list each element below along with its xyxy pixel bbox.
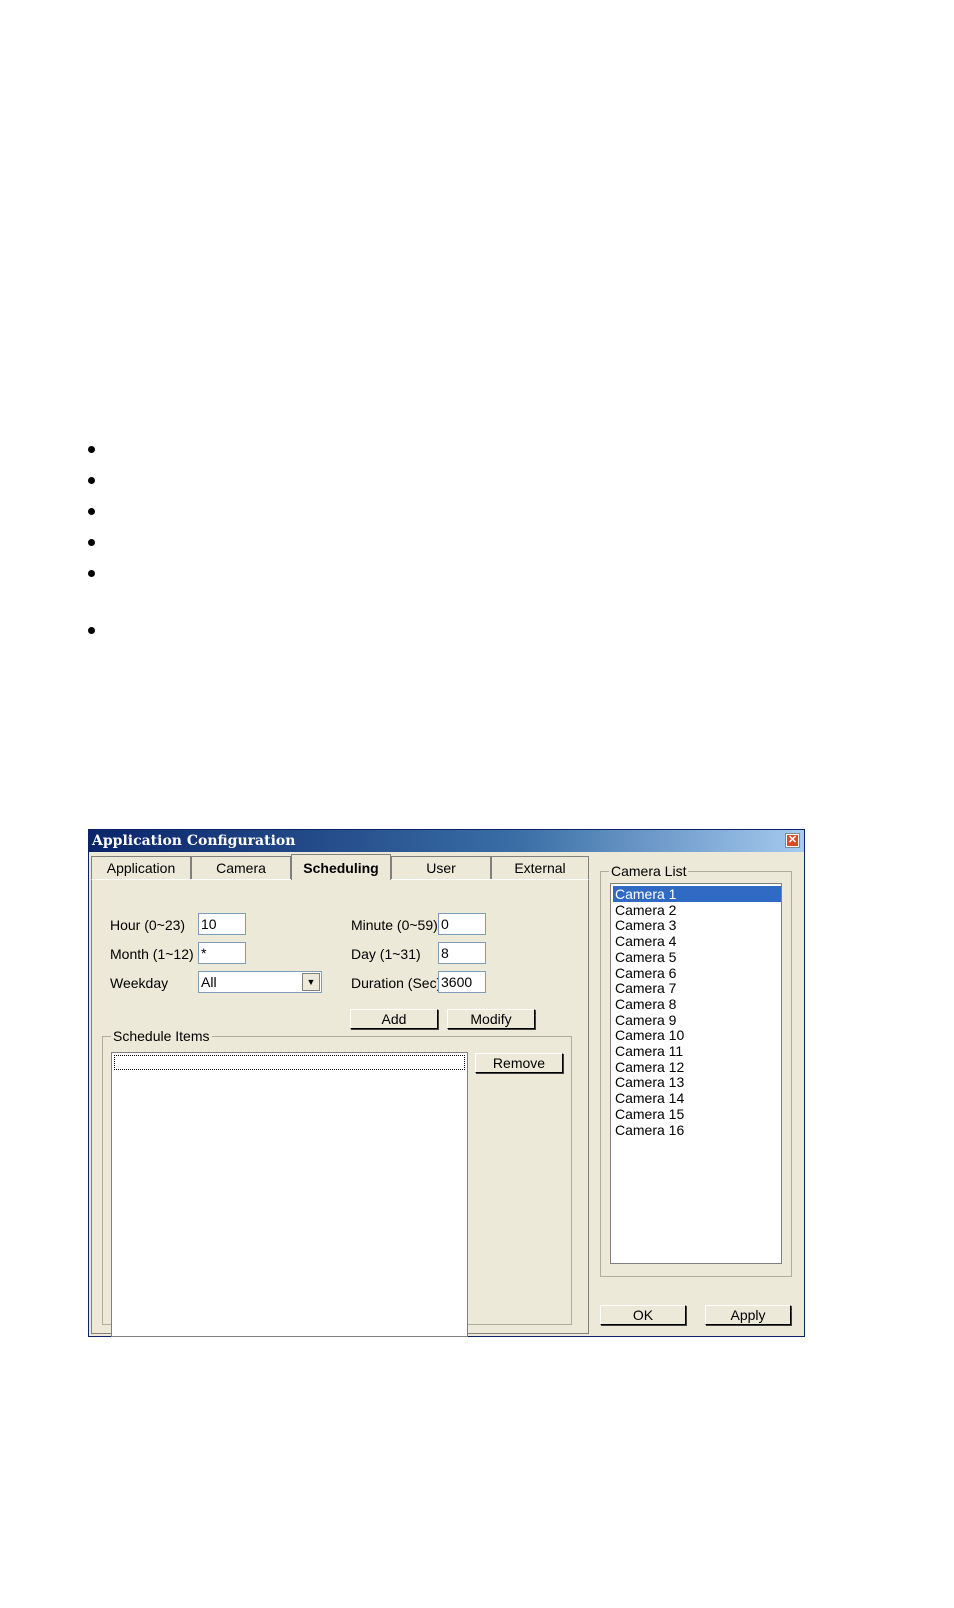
ok-button[interactable]: OK (600, 1305, 686, 1325)
bullet (88, 508, 95, 515)
duration-input[interactable]: 3600 (438, 971, 486, 993)
day-label: Day (1~31) (351, 946, 421, 962)
application-configuration-dialog: Application Configuration ✕ Application … (88, 829, 805, 1337)
schedule-items-list[interactable] (111, 1052, 468, 1337)
tab-panel: Application Camera Scheduling User Exter… (91, 854, 591, 1337)
weekday-value: All (201, 974, 217, 990)
camera-list-item[interactable]: Camera 4 (613, 933, 781, 949)
bullet (88, 446, 95, 453)
tab-external[interactable]: External (491, 856, 589, 879)
camera-list-item[interactable]: Camera 14 (613, 1090, 781, 1106)
camera-list-item[interactable]: Camera 5 (613, 949, 781, 965)
scheduling-tab-content: Hour (0~23) 10 Minute (0~59) 0 Month (1~… (91, 879, 589, 1337)
apply-button[interactable]: Apply (705, 1305, 791, 1325)
chevron-down-icon[interactable]: ▼ (302, 973, 320, 991)
list-item[interactable] (114, 1055, 465, 1070)
camera-list-item[interactable]: Camera 12 (613, 1059, 781, 1075)
modify-button[interactable]: Modify (447, 1009, 535, 1029)
weekday-label: Weekday (110, 975, 169, 991)
camera-list-label: Camera List (609, 862, 689, 880)
camera-list-item[interactable]: Camera 6 (613, 965, 781, 981)
weekday-select[interactable]: All ▼ (198, 971, 322, 993)
camera-list-item[interactable]: Camera 3 (613, 917, 781, 933)
window-title: Application Configuration (92, 833, 296, 849)
title-bar[interactable]: Application Configuration ✕ (89, 830, 804, 852)
add-button[interactable]: Add (350, 1009, 438, 1029)
duration-label: Duration (Sec) (351, 975, 442, 991)
tab-camera[interactable]: Camera (191, 856, 291, 879)
month-label: Month (1~12) (110, 946, 194, 962)
camera-list-group: Camera List Camera 1 Camera 2 Camera 3 Came… (600, 862, 792, 1277)
camera-list[interactable]: Camera 1 Camera 2 Camera 3 Camera 4 Camera 5… (610, 883, 782, 1264)
camera-list-item[interactable]: Camera 15 (613, 1106, 781, 1122)
bullet (88, 627, 95, 634)
camera-list-item[interactable]: Camera 2 (613, 902, 781, 918)
minute-input[interactable]: 0 (438, 913, 486, 935)
tab-application[interactable]: Application (91, 856, 191, 879)
hour-input[interactable]: 10 (198, 913, 246, 935)
close-button[interactable]: ✕ (785, 833, 800, 848)
day-input[interactable]: 8 (438, 942, 486, 964)
minute-label: Minute (0~59) (351, 917, 438, 933)
camera-list-item[interactable]: Camera 16 (613, 1122, 781, 1138)
remove-button[interactable]: Remove (475, 1053, 563, 1073)
camera-list-item[interactable]: Camera 1 (613, 886, 781, 902)
schedule-items-label: Schedule Items (111, 1027, 212, 1045)
camera-list-item[interactable]: Camera 9 (613, 1012, 781, 1028)
bullet (88, 570, 95, 577)
bullet (88, 539, 95, 546)
tab-user[interactable]: User (391, 856, 491, 879)
hour-label: Hour (0~23) (110, 917, 186, 933)
camera-list-item[interactable]: Camera 10 (613, 1027, 781, 1043)
tab-scheduling[interactable]: Scheduling (291, 854, 391, 880)
camera-list-item[interactable]: Camera 13 (613, 1074, 781, 1090)
schedule-items-group: Schedule Items Remove (102, 1027, 572, 1337)
bullet (88, 477, 95, 484)
tab-bar: Application Camera Scheduling User Exter… (91, 854, 591, 880)
close-icon: ✕ (787, 834, 798, 846)
camera-list-item[interactable]: Camera 8 (613, 996, 781, 1012)
camera-list-item[interactable]: Camera 7 (613, 980, 781, 996)
camera-list-item[interactable]: Camera 11 (613, 1043, 781, 1059)
month-input[interactable]: * (198, 942, 246, 964)
